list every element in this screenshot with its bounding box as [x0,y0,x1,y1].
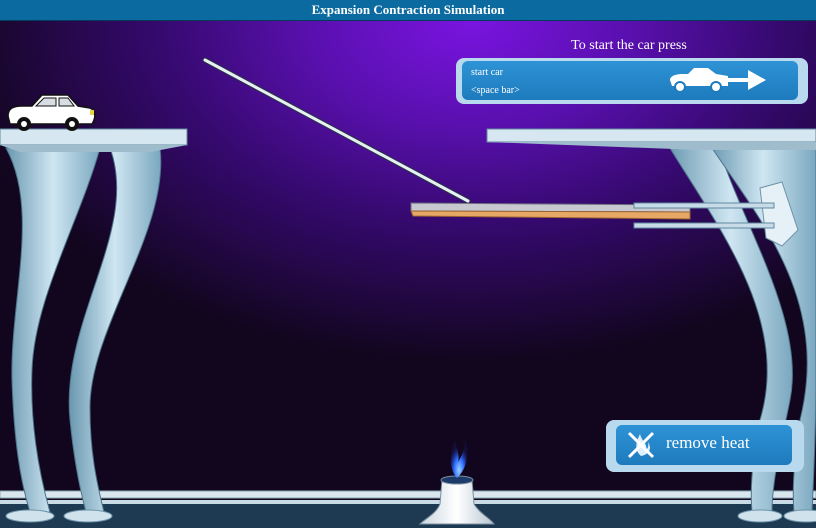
flame [450,438,468,478]
floor-base-top [0,500,816,504]
simulation-stage: To start the car press start car <space … [0,21,816,528]
window-title: Expansion Contraction Simulation [0,0,816,21]
left-platform [0,128,188,523]
start-car-button[interactable]: start car <space bar> [456,58,808,104]
start-car-label: start car [471,67,503,78]
space-bar-hint: <space bar> [471,85,520,96]
no-flame-icon [627,431,655,459]
car [7,94,96,131]
remove-heat-button[interactable]: remove heat [606,420,804,472]
remove-heat-label: remove heat [666,433,750,452]
floor-base [0,503,816,528]
car-arrow-icon [670,68,766,93]
instruction-text: To start the car press [571,38,687,53]
floor-bar [0,490,816,499]
